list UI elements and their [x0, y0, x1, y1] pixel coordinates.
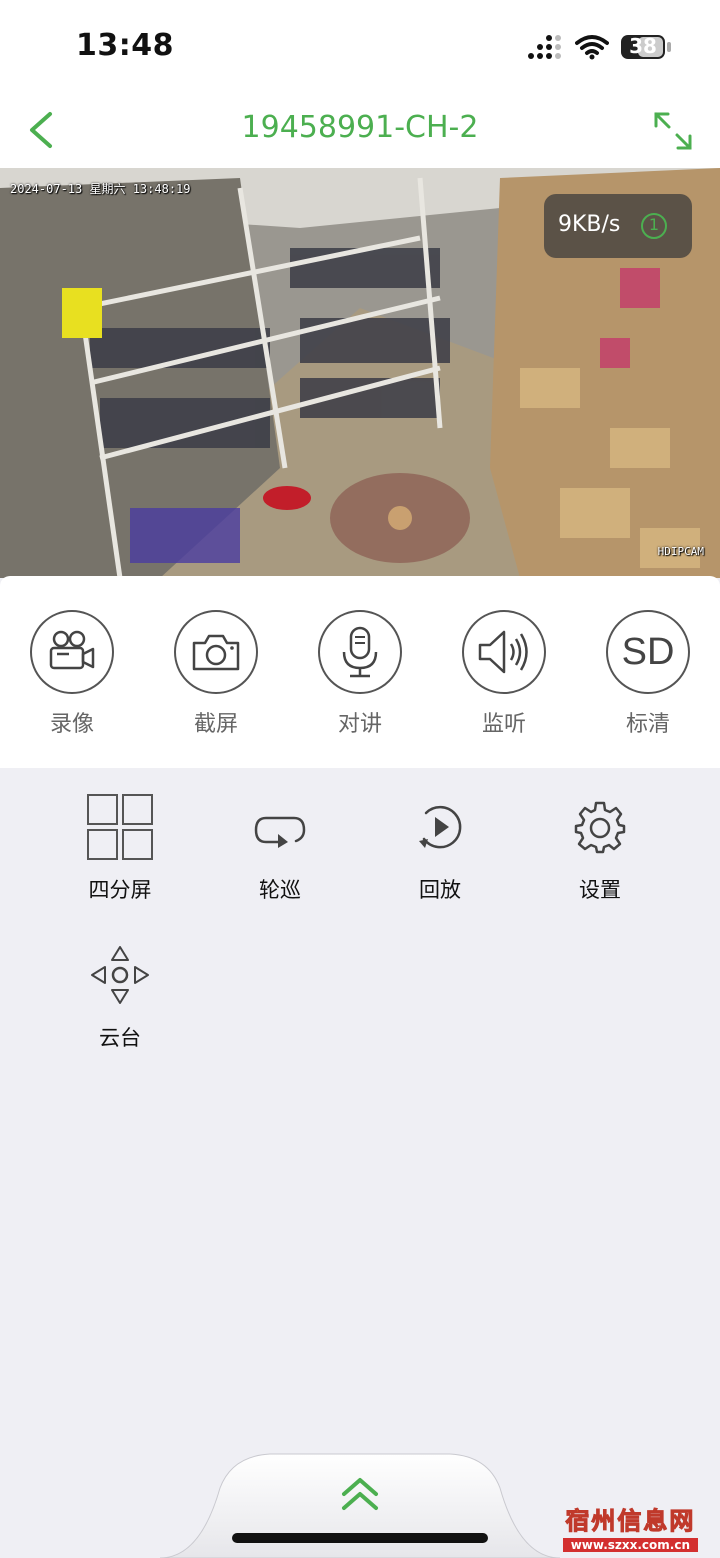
- channel-indicator-number: 1: [648, 215, 660, 234]
- control-panel: 录像 截屏 对讲 监听 SD 标清: [0, 576, 720, 768]
- record-button[interactable]: 录像: [27, 610, 117, 738]
- cycle-button[interactable]: 轮巡: [220, 792, 340, 904]
- settings-button[interactable]: 设置: [540, 792, 660, 904]
- status-time: 13:48: [76, 28, 174, 63]
- watermark: 宿州信息网 www.szxx.com.cn: [562, 1501, 698, 1552]
- listen-button[interactable]: 监听: [459, 610, 549, 738]
- speaker-icon: [478, 630, 528, 674]
- signal-icon: [528, 35, 561, 59]
- playback-label: 回放: [419, 878, 461, 902]
- video-timestamp: 2024-07-13 星期六 13:48:19: [10, 182, 191, 196]
- expand-icon[interactable]: [652, 110, 694, 152]
- double-chevron-up-icon[interactable]: [338, 1472, 382, 1516]
- battery-level: 38: [629, 34, 657, 58]
- data-rate-badge: 9KB/s 1: [544, 194, 692, 258]
- playback-icon: [419, 805, 462, 849]
- video-brand: HDIPCAM: [657, 545, 704, 558]
- talk-label: 对讲: [337, 712, 382, 737]
- settings-label: 设置: [579, 878, 621, 902]
- cycle-label: 轮巡: [259, 878, 301, 902]
- channel-indicator-icon: 1: [640, 212, 668, 240]
- quality-label: 标清: [625, 712, 670, 737]
- video-camera-icon: [49, 630, 95, 670]
- quad-screen-icon: [87, 794, 153, 860]
- wifi-icon: [575, 35, 609, 60]
- playback-button[interactable]: 回放: [380, 792, 500, 904]
- record-label: 录像: [49, 712, 94, 737]
- quad-screen-button[interactable]: 四分屏: [60, 792, 180, 904]
- ptz-button[interactable]: 云台: [60, 940, 180, 1052]
- cycle-icon: [254, 816, 306, 848]
- screenshot-label: 截屏: [193, 712, 238, 737]
- quad-screen-label: 四分屏: [88, 878, 152, 902]
- watermark-url: www.szxx.com.cn: [562, 1538, 698, 1552]
- status-bar: 13:48 38: [0, 0, 720, 92]
- home-indicator: [232, 1533, 488, 1543]
- watermark-title: 宿州信息网: [565, 1506, 696, 1536]
- ptz-label: 云台: [99, 1026, 141, 1050]
- quality-button[interactable]: SD 标清: [603, 610, 693, 738]
- camera-icon: [192, 634, 240, 671]
- talk-button[interactable]: 对讲: [315, 610, 405, 738]
- gear-icon: [574, 801, 626, 854]
- battery-icon: 38: [620, 33, 672, 61]
- ptz-icon: [91, 946, 149, 1004]
- sd-icon: SD: [621, 630, 675, 673]
- microphone-icon: [342, 626, 378, 678]
- data-rate: 9KB/s: [558, 212, 621, 237]
- nav-bar: 19458991-CH-2: [0, 92, 720, 168]
- listen-label: 监听: [481, 712, 526, 737]
- screenshot-button[interactable]: 截屏: [171, 610, 261, 738]
- page-title: 19458991-CH-2: [241, 110, 479, 145]
